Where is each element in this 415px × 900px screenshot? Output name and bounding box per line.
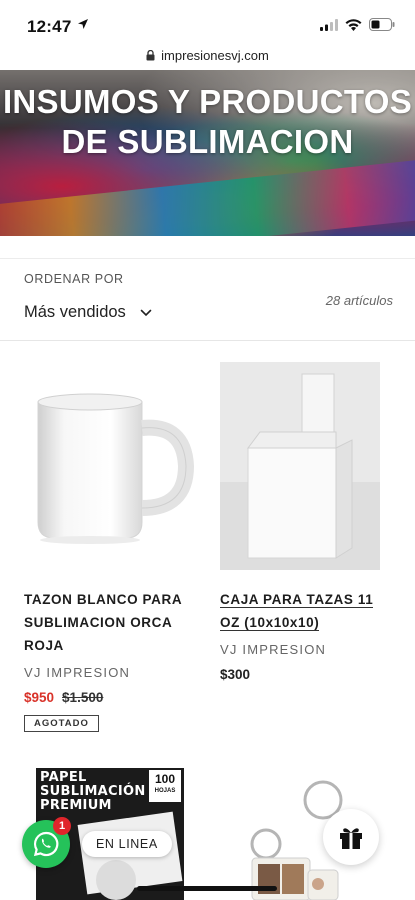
lock-icon	[146, 49, 155, 60]
home-indicator	[137, 886, 277, 891]
product-vendor: VJ IMPRESION	[24, 665, 131, 680]
product-price: $300	[220, 667, 251, 682]
whatsapp-icon	[33, 831, 59, 857]
divider	[0, 258, 415, 259]
collection-hero-banner: INSUMOS Y PRODUCTOS DE SUBLIMACION	[0, 70, 415, 236]
battery-icon	[369, 18, 395, 31]
product-prices: $300	[220, 667, 395, 682]
sort-selected-value: Más vendidos	[24, 303, 126, 321]
signal-icon	[320, 18, 338, 31]
sold-out-badge: AGOTADO	[24, 715, 99, 732]
product-image-box[interactable]	[220, 362, 395, 570]
product-prices: $950 $1.500	[24, 690, 199, 705]
url-bar[interactable]: impresionesvj.com	[0, 42, 415, 68]
status-bar: 12:47	[0, 0, 415, 46]
rewards-button[interactable]	[323, 809, 379, 865]
online-status-label[interactable]: EN LINEA	[82, 831, 172, 857]
mug-image	[37, 393, 195, 544]
location-arrow-icon	[78, 19, 88, 29]
compare-price: $1.500	[62, 690, 104, 705]
product-image-mug[interactable]	[24, 362, 199, 570]
product-title[interactable]: TAZON BLANCO PARA SUBLIMACION ORCA ROJA	[24, 588, 199, 657]
product-card[interactable]: TAZON BLANCO PARA SUBLIMACION ORCA ROJA …	[24, 362, 199, 732]
divider	[0, 340, 415, 341]
sale-price: $950	[24, 690, 55, 705]
sheet-count-badge: 100 HOJAS	[149, 770, 181, 802]
sort-dropdown[interactable]: Más vendidos	[24, 303, 152, 322]
unread-count-badge: 1	[53, 817, 71, 835]
gift-icon	[340, 828, 362, 849]
product-count: 28 artículos	[325, 293, 393, 308]
box-image	[220, 362, 380, 570]
chevron-down-icon	[140, 309, 152, 316]
sort-label: ORDENAR POR	[24, 272, 124, 286]
product-title[interactable]: CAJA PARA TAZAS 11 OZ (10x10x10)	[220, 588, 395, 634]
status-time: 12:47	[27, 17, 72, 36]
wifi-icon	[345, 18, 362, 31]
product-vendor: VJ IMPRESION	[220, 642, 327, 657]
url-text: impresionesvj.com	[161, 47, 269, 63]
collection-title: INSUMOS Y PRODUCTOS DE SUBLIMACION	[2, 83, 413, 160]
product-card[interactable]: CAJA PARA TAZAS 11 OZ (10x10x10) VJ IMPR…	[220, 362, 395, 682]
status-indicators	[320, 18, 395, 31]
